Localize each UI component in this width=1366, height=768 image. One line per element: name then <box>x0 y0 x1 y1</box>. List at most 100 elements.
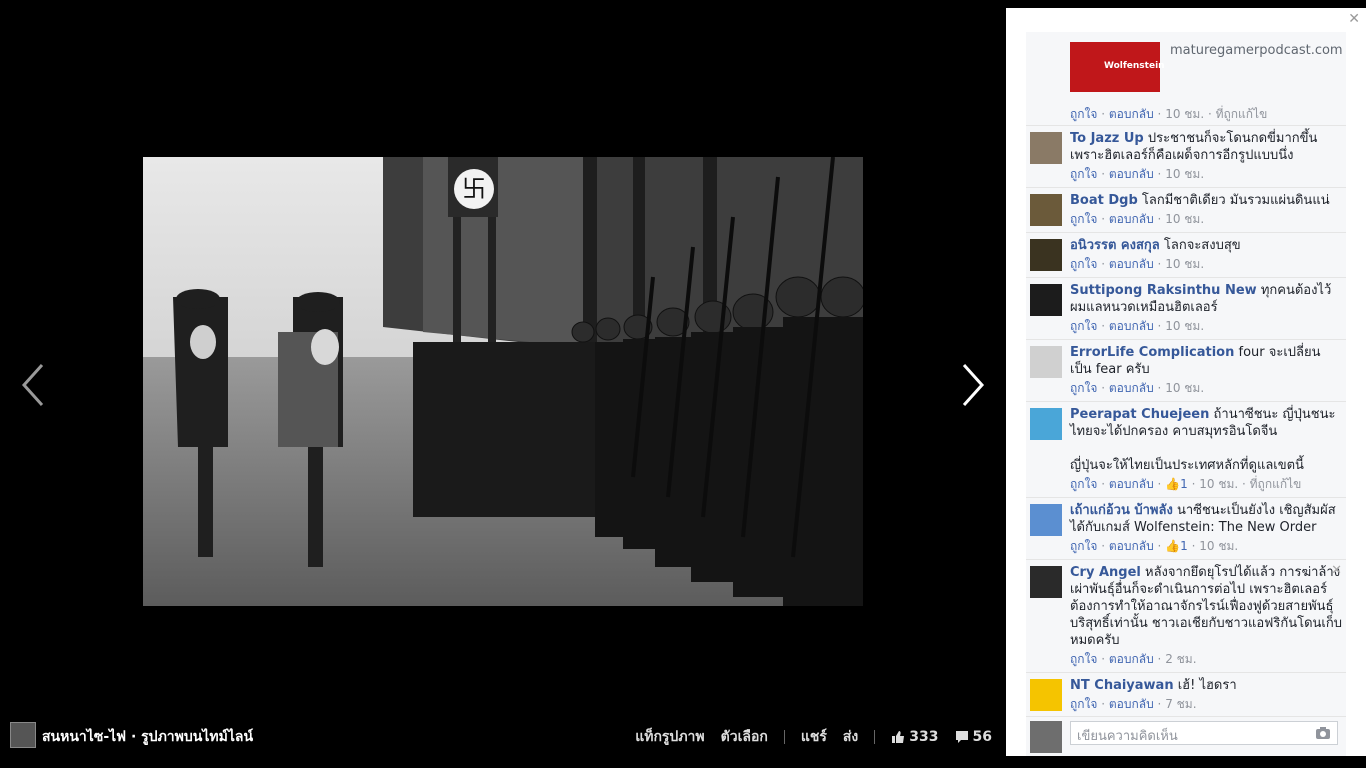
comments-panel: ✕ Wolfenstein maturegamerpodcast.com ถูก… <box>1006 8 1366 756</box>
comments-number: 56 <box>972 729 992 745</box>
commenter-name[interactable]: Boat Dgb <box>1070 193 1138 208</box>
comment-time[interactable]: 10 ชม. <box>1165 319 1204 333</box>
avatar[interactable] <box>1030 408 1062 440</box>
reply-link[interactable]: ตอบกลับ <box>1109 697 1154 711</box>
like-link[interactable]: ถูกใจ <box>1070 381 1097 395</box>
like-link[interactable]: ถูกใจ <box>1070 212 1097 226</box>
previous-photo-button[interactable] <box>14 355 54 415</box>
send-button[interactable]: ส่ง <box>843 726 858 748</box>
photo[interactable]: 卐 <box>143 157 863 606</box>
avatar[interactable] <box>1030 239 1062 271</box>
commenter-name[interactable]: Cry Angel <box>1070 565 1141 580</box>
comment-time[interactable]: 2 ชม. <box>1165 652 1196 666</box>
chevron-left-icon <box>21 363 44 407</box>
like-link[interactable]: ถูกใจ <box>1070 167 1097 181</box>
like-link[interactable]: ถูกใจ <box>1070 539 1097 553</box>
like-link[interactable]: ถูกใจ <box>1070 477 1097 491</box>
likes-count[interactable]: 333 <box>891 729 939 745</box>
thumbs-up-icon: 👍 <box>1165 539 1181 553</box>
comment-time[interactable]: 10 ชม. <box>1199 477 1238 491</box>
thumbs-up-icon: 👍 <box>1165 477 1181 491</box>
reply-link[interactable]: ตอบกลับ <box>1109 539 1154 553</box>
comment-meta: ถูกใจ · ตอบกลับ · 10 ชม. · ที่ถูกแก้ไข <box>1070 107 1268 121</box>
like-link[interactable]: ถูกใจ <box>1070 319 1097 333</box>
comment-item: อนิวรรต คงสกุล โลกจะสงบสุข ถูกใจ · ตอบกล… <box>1026 233 1346 278</box>
like-link[interactable]: ถูกใจ <box>1070 652 1097 666</box>
avatar[interactable] <box>1030 566 1062 598</box>
commenter-name[interactable]: Peerapat Chuejeen <box>1070 407 1209 422</box>
comments-count[interactable]: 56 <box>955 729 992 745</box>
link-preview-thumbnail[interactable]: Wolfenstein <box>1070 42 1165 92</box>
comment-item: เถ้าแก่อ้วน บ้าพลัง นาซีชนะเป็นยังไง เชิ… <box>1026 498 1346 560</box>
comment-item: Boat Dgb โลกมีชาติเดียว มันรวมแผ่นดินแน่… <box>1026 188 1346 233</box>
comment-item: ErrorLife Complication four จะเปลี่ยนเป็… <box>1026 340 1346 402</box>
close-icon[interactable]: ✕ <box>1331 562 1342 579</box>
comment-meta: ถูกใจ · ตอบกลับ · 7 ชม. <box>1070 697 1197 711</box>
reply-link[interactable]: ตอบกลับ <box>1109 652 1154 666</box>
like-link[interactable]: ถูกใจ <box>1070 257 1097 271</box>
comment-time[interactable]: 10 ชม. <box>1165 107 1204 121</box>
thumbs-up-icon <box>892 731 905 743</box>
comment-time[interactable]: 10 ชม. <box>1165 257 1204 271</box>
comment-time[interactable]: 10 ชม. <box>1165 381 1204 395</box>
close-icon[interactable]: ✕ <box>1348 11 1360 27</box>
commenter-name[interactable]: NT Chaiyawan <box>1070 678 1174 693</box>
comment-meta: ถูกใจ · ตอบกลับ · 10 ชม. <box>1070 167 1205 181</box>
comment-text-continued: ญี่ปุ่นจะให้ไทยเป็นประเทศหลักที่ดูแลเขตน… <box>1070 458 1304 473</box>
avatar[interactable] <box>1030 284 1062 316</box>
camera-icon[interactable] <box>1315 726 1331 740</box>
likes-number: 333 <box>909 729 939 745</box>
comment-time[interactable]: 10 ชม. <box>1165 167 1204 181</box>
comment-text: โลกจะสงบสุข <box>1163 238 1241 253</box>
avatar[interactable] <box>1030 194 1062 226</box>
reply-link[interactable]: ตอบกลับ <box>1109 257 1154 271</box>
link-preview-domain[interactable]: maturegamerpodcast.com <box>1170 42 1343 59</box>
comment-meta: ถูกใจ · ตอบกลับ · 2 ชม. <box>1070 652 1197 666</box>
comment-likes-count: 1 <box>1180 539 1188 553</box>
like-link[interactable]: ถูกใจ <box>1070 697 1097 711</box>
avatar[interactable] <box>1030 504 1062 536</box>
owner-name[interactable]: สนหนาไซ-ไฟ <box>42 729 126 745</box>
owner-avatar[interactable] <box>10 722 36 748</box>
avatar[interactable] <box>1030 679 1062 711</box>
comment-likes[interactable]: 👍1 <box>1165 539 1188 553</box>
tag-photo-button[interactable]: แท็กรูปภาพ <box>635 726 704 748</box>
comment-item: To Jazz Up ประชาชนก็จะโดนกดขี่มากขึ้น เพ… <box>1026 126 1346 188</box>
options-button[interactable]: ตัวเลือก <box>721 726 768 748</box>
commenter-name[interactable]: เถ้าแก่อ้วน บ้าพลัง <box>1070 503 1173 518</box>
reply-link[interactable]: ตอบกลับ <box>1109 212 1154 226</box>
comment-meta: ถูกใจ · ตอบกลับ · 10 ชม. <box>1070 381 1205 395</box>
reply-link[interactable]: ตอบกลับ <box>1109 167 1154 181</box>
share-button[interactable]: แชร์ <box>801 726 827 748</box>
photo-actions: แท็กรูปภาพ ตัวเลือก แชร์ ส่ง 333 56 <box>635 726 992 748</box>
edited-label[interactable]: ที่ถูกแก้ไข <box>1216 107 1268 121</box>
comment-item: Peerapat Chuejeen ถ้านาซีชนะ ญี่ปุ่นชนะ … <box>1026 402 1346 498</box>
edited-label[interactable]: ที่ถูกแก้ไข <box>1250 477 1302 491</box>
like-link[interactable]: ถูกใจ <box>1070 107 1097 121</box>
reply-link[interactable]: ตอบกลับ <box>1109 477 1154 491</box>
commenter-name[interactable]: อนิวรรต คงสกุล <box>1070 238 1160 253</box>
photo-image: 卐 <box>143 157 863 606</box>
comment-time[interactable]: 10 ชม. <box>1199 539 1238 553</box>
avatar[interactable] <box>1030 346 1062 378</box>
next-photo-button[interactable] <box>952 355 992 415</box>
avatar[interactable] <box>1030 721 1062 753</box>
commenter-name[interactable]: ErrorLife Complication <box>1070 345 1234 360</box>
photo-album-link[interactable]: · รูปภาพบนไทม์ไลน์ <box>131 729 253 745</box>
photo-footer: สนหนาไซ-ไฟ · รูปภาพบนไทม์ไลน์ แท็กรูปภาพ… <box>0 716 1006 756</box>
comment-meta: ถูกใจ · ตอบกลับ · 10 ชม. <box>1070 319 1205 333</box>
comment-text: เฮ้! ไฮดรา <box>1177 678 1237 693</box>
comment-time[interactable]: 7 ชม. <box>1165 697 1196 711</box>
comment-list[interactable]: Wolfenstein maturegamerpodcast.com ถูกใจ… <box>1026 32 1346 716</box>
avatar[interactable] <box>1030 132 1062 164</box>
divider <box>874 730 876 744</box>
comment-input[interactable]: เขียนความคิดเห็น <box>1070 721 1338 745</box>
reply-link[interactable]: ตอบกลับ <box>1109 381 1154 395</box>
commenter-name[interactable]: To Jazz Up <box>1070 131 1144 146</box>
reply-link[interactable]: ตอบกลับ <box>1109 319 1154 333</box>
commenter-name[interactable]: Suttipong Raksinthu New <box>1070 283 1257 298</box>
comment-time[interactable]: 10 ชม. <box>1165 212 1204 226</box>
comment-likes[interactable]: 👍1 <box>1165 477 1188 491</box>
reply-link[interactable]: ตอบกลับ <box>1109 107 1154 121</box>
comment-icon <box>955 731 968 743</box>
